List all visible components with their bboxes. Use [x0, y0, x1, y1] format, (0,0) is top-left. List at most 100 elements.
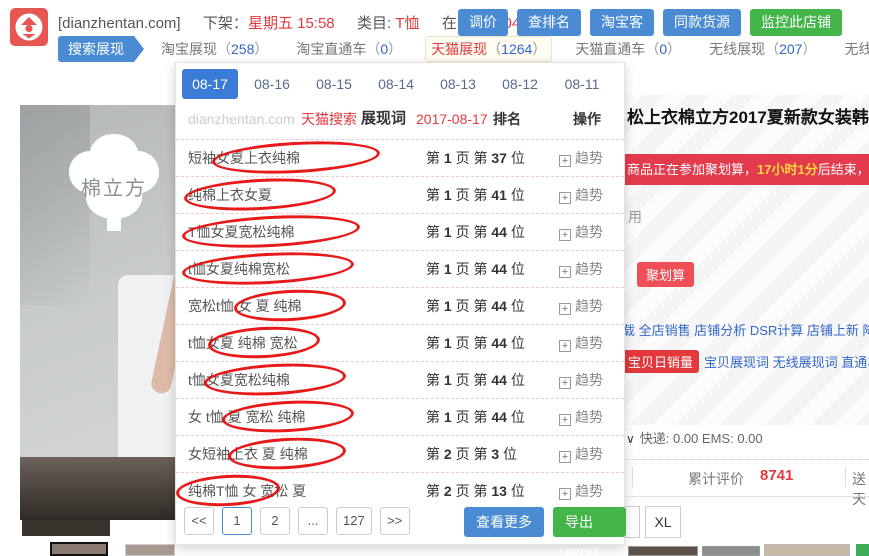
divider [845, 467, 846, 487]
trend-link[interactable]: +趋势 [559, 362, 603, 399]
topbar-button-监控此店铺[interactable]: 监控此店铺 [750, 9, 842, 36]
page-button-127[interactable]: 127 [336, 507, 372, 535]
topbar-button-查排名[interactable]: 查排名 [517, 9, 581, 36]
trend-label: 趋势 [575, 224, 603, 240]
date-tab-08-14[interactable]: 08-14 [368, 69, 424, 99]
trend-link[interactable]: +趋势 [559, 177, 603, 214]
rank-page: 2 [444, 483, 452, 499]
table-row: T恤女夏宽松纯棉第 1 页 第 44 位+趋势 [176, 213, 624, 250]
rank-text: 位 [507, 483, 525, 499]
trend-link[interactable]: +趋势 [559, 214, 603, 251]
shipping-row: ∨快递: 0.00 EMS: 0.00 [626, 428, 763, 447]
topbar-button-同款货源[interactable]: 同款货源 [663, 9, 741, 36]
seller-tool-links-row1[interactable]: 载 全店销售 店铺分析 DSR计算 店铺上新 降权 [622, 320, 869, 339]
rank-cell: 第 1 页 第 44 位 [426, 251, 525, 288]
topbar-button-淘宝客[interactable]: 淘宝客 [590, 9, 654, 36]
date-tab-08-17[interactable]: 08-17 [182, 69, 238, 99]
rank-text: 第 [426, 261, 444, 277]
rank-text: 页 第 [452, 372, 492, 388]
keyword-cell: 女 t恤 夏 宽松 纯棉 [188, 399, 305, 436]
topbar-button-调价[interactable]: 调价 [458, 9, 508, 36]
divider [620, 496, 869, 497]
trend-link[interactable]: + 趋势 [559, 399, 603, 436]
rank-pos: 44 [491, 224, 507, 240]
page-button-2[interactable]: 2 [260, 507, 290, 535]
offshelf-time: 星期五 15:58 [248, 15, 335, 32]
divider [632, 467, 633, 487]
rank-pos: 44 [491, 298, 507, 314]
tab-label: 淘宝展现 [161, 41, 217, 57]
rank-text: 页 第 [452, 409, 492, 425]
offshelf-label: 下架： [203, 15, 248, 32]
rating-label: 累计评价 [688, 469, 744, 489]
trend-link[interactable]: +趋势 [559, 251, 603, 288]
rank-text: 第 [426, 446, 444, 462]
tab-天猫直通车[interactable]: 天猫直通车（0） [570, 37, 686, 61]
keyword-cell: 女短袖上衣 夏 纯棉 [188, 436, 308, 473]
rank-page: 1 [444, 261, 452, 277]
rank-text: 第 [426, 224, 444, 240]
date-tab-08-12[interactable]: 08-12 [492, 69, 548, 99]
page-button-1[interactable]: 1 [222, 507, 252, 535]
plus-square-icon: + [559, 303, 571, 315]
page-prev-button[interactable]: << [184, 507, 214, 535]
view-more-button[interactable]: 查看更多 [464, 507, 544, 537]
rating-right-text: 送天 [852, 469, 869, 509]
tab-label: 无线直通车 [844, 41, 869, 57]
thumbnail[interactable] [764, 544, 850, 556]
thumbnail-selected[interactable] [50, 542, 108, 556]
rank-cell: 第 1 页 第 44 位 [426, 362, 525, 399]
tab-search-display[interactable]: 搜索展现 [58, 36, 134, 62]
tab-label: 天猫展现 [431, 41, 487, 57]
tab-count: 0 [380, 41, 388, 57]
rank-text: 位 [507, 150, 525, 166]
size-option-xl[interactable]: XL [645, 506, 681, 538]
product-title: 松上衣棉立方2017夏新款女装韩版 [627, 103, 869, 128]
tab-淘宝展现[interactable]: 淘宝展现（258） [156, 37, 273, 61]
rank-text: 位 [507, 409, 525, 425]
tab-label: 无线展现 [709, 41, 765, 57]
thumbnail[interactable] [856, 544, 869, 556]
rank-text: 位 [507, 261, 525, 277]
plus-square-icon: + [559, 488, 571, 500]
dianzhentan-logo-icon[interactable] [10, 8, 48, 46]
page-next-button[interactable]: >> [380, 507, 410, 535]
thumbnail[interactable] [628, 546, 698, 556]
date-tab-08-13[interactable]: 08-13 [430, 69, 486, 99]
table-row: t恤女夏纯棉宽松第 1 页 第 44 位+趋势 [176, 250, 624, 287]
trend-link[interactable]: +趋势 [559, 140, 603, 177]
plus-square-icon: + [559, 340, 571, 352]
tab-天猫展现[interactable]: 天猫展现（1264） [425, 36, 552, 62]
thumbnail[interactable] [702, 546, 760, 556]
trend-link[interactable]: +趋势 [559, 436, 603, 473]
trend-link[interactable]: +趋势 [559, 288, 603, 325]
keyword-cell: t恤女夏 纯棉 宽松 [188, 325, 298, 362]
rank-page: 1 [444, 372, 452, 388]
page-button-...[interactable]: ... [298, 507, 328, 535]
daily-sales-badge[interactable]: 宝贝日销量 [622, 350, 699, 373]
date-tab-08-16[interactable]: 08-16 [244, 69, 300, 99]
tab-无线直通车[interactable]: 无线直通车（0） [839, 37, 869, 61]
rank-text: 第 [426, 372, 444, 388]
tab-paren: ） [388, 41, 402, 57]
keyword-cell: t恤女夏宽松纯棉 [188, 362, 290, 399]
trend-label: 趋势 [575, 483, 603, 499]
rank-page: 1 [444, 335, 452, 351]
tab-淘宝直通车[interactable]: 淘宝直通车（0） [291, 37, 407, 61]
rank-cell: 第 1 页 第 41 位 [426, 177, 525, 214]
thumbnail[interactable] [125, 544, 175, 556]
rank-page: 2 [444, 446, 452, 462]
plus-square-icon: + [559, 414, 571, 426]
date-tab-08-15[interactable]: 08-15 [306, 69, 362, 99]
seller-tool-links-row2[interactable]: 宝贝展现词 无线展现词 直通车分 [704, 355, 869, 370]
trend-link[interactable]: +趋势 [559, 325, 603, 362]
keyword-cell: 纯棉上衣女夏 [188, 177, 272, 214]
export-excel-button[interactable]: 导出excel [553, 507, 626, 537]
keyword-cell: 宽松t恤 女 夏 纯棉 [188, 288, 302, 325]
rating-count[interactable]: 8741 [760, 467, 793, 484]
rank-pos: 41 [491, 187, 507, 203]
keyword-table: 短袖女夏上衣纯棉第 1 页 第 37 位+趋势纯棉上衣女夏第 1 页 第 41 … [176, 139, 624, 509]
tab-无线展现[interactable]: 无线展现（207） [704, 37, 821, 61]
trend-label: 趋势 [575, 409, 603, 425]
date-tab-08-11[interactable]: 08-11 [554, 69, 610, 99]
